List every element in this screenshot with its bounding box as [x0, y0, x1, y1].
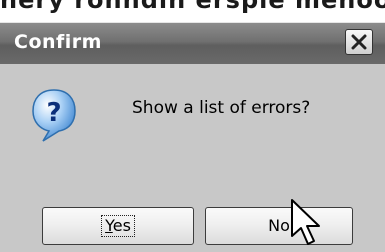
confirm-dialog: Confirm ? Show a list of errors? Yes No [0, 22, 385, 252]
yes-button-label: Yes [101, 215, 135, 237]
close-icon [351, 34, 367, 50]
question-icon: ? [32, 89, 76, 142]
close-button[interactable] [345, 29, 373, 55]
svg-text:?: ? [46, 98, 61, 128]
no-button[interactable]: No [205, 207, 353, 245]
dialog-body: ? Show a list of errors? Yes No [0, 64, 385, 252]
dialog-message: Show a list of errors? [132, 98, 311, 118]
arrow-pointer-icon [291, 199, 320, 245]
no-button-label: No [268, 216, 290, 235]
dialog-title: Confirm [14, 31, 102, 53]
title-bar: Confirm [0, 23, 385, 65]
yes-button[interactable]: Yes [42, 207, 194, 245]
background-partial-text: nery ronndin erspie menoot [0, 0, 385, 14]
